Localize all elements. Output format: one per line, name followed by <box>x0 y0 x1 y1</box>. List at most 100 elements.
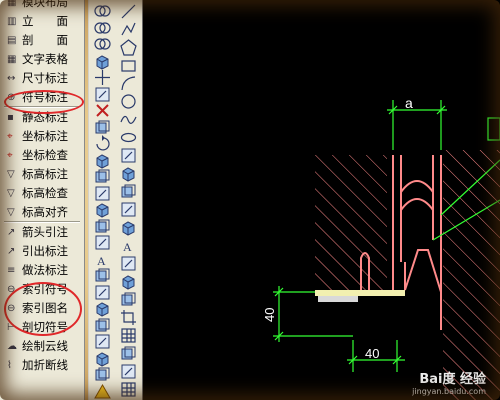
layout-icon: ▦ <box>7 0 17 8</box>
elevation-icon: ▥ <box>7 16 17 27</box>
svg-text:A: A <box>123 240 132 254</box>
menu-item-arrow-leader[interactable]: ↗ 箭头引注 <box>0 223 84 242</box>
menu-item-label: 符号标注 <box>22 90 68 104</box>
arc-icon[interactable] <box>119 74 138 93</box>
table-icon[interactable] <box>119 380 138 399</box>
dim-icon[interactable] <box>119 254 138 273</box>
menu-item-index-title[interactable]: ⊖ 索引图名 <box>0 299 84 318</box>
menu-item-section-cut[interactable]: ⊢ 剖切符号 <box>0 318 84 337</box>
menu-item-break-line[interactable]: ⌇ 加折断线 <box>0 356 84 375</box>
menu-item-label: 索引图名 <box>22 301 68 315</box>
method-annotation-icon: ≡ <box>7 265 16 276</box>
text-table-icon: ▦ <box>7 54 17 65</box>
menu-item-elevation-check[interactable]: ▽ 标高检查 <box>0 184 84 203</box>
point-icon[interactable] <box>119 182 138 201</box>
line-icon[interactable] <box>119 2 138 21</box>
menu-item-label: 剖 面 <box>22 33 68 47</box>
symbol-icon: ⊕ <box>7 92 16 103</box>
shape-icon[interactable] <box>119 362 138 381</box>
spline-icon[interactable] <box>119 110 138 129</box>
drawing-canvas[interactable]: a 40 40 Bai度 经验 jingyan.baidu.com <box>143 0 500 400</box>
index-symbol-icon: ⊖ <box>7 284 16 295</box>
menu-item-label: 剖切符号 <box>22 320 68 334</box>
dim-bottom-label: 40 <box>365 346 379 361</box>
watermark-title: Bai度 经验 <box>419 372 486 387</box>
menu-item-layout[interactable]: ▦ 模块布局 <box>0 0 84 12</box>
tiangong-side-menu: ▦ 模块布局 ▥ 立 面 ▤ 剖 面 ▦ 文字表格 ↔ 尺寸标注 ⊕ 符号标注 ▪ 静态标注 ⌖ 坐标标注 ⌖ 坐… <box>0 0 85 400</box>
region-icon[interactable] <box>119 218 138 237</box>
leader-annotation-icon: ↗ <box>7 246 16 257</box>
pentagon-icon[interactable] <box>119 38 138 57</box>
index-title-icon: ⊖ <box>7 303 16 314</box>
rectangle-icon[interactable] <box>119 56 138 75</box>
coordinate-annotation-icon: ⌖ <box>7 131 13 142</box>
section-icon: ▤ <box>7 35 17 46</box>
baidu-watermark: Bai度 经验 jingyan.baidu.com <box>412 368 486 396</box>
menu-item-revision-cloud[interactable]: ☁ 绘制云线 <box>0 337 84 356</box>
text-icon[interactable]: A <box>119 236 138 255</box>
polyline-icon[interactable] <box>119 20 138 39</box>
menu-item-label: 尺寸标注 <box>22 71 68 85</box>
hatch-right-wall <box>443 150 500 400</box>
cube-icon[interactable] <box>119 290 138 309</box>
menu-item-index-symbol[interactable]: ⊖ 索引符号 <box>0 280 84 299</box>
ellipse-icon[interactable] <box>119 128 138 147</box>
dim-icon[interactable] <box>119 344 138 363</box>
warning-icon[interactable] <box>93 382 112 400</box>
section-cut-icon: ⊢ <box>7 322 16 333</box>
menu-item-elevation-mark[interactable]: ▽ 标高标注 <box>0 165 84 184</box>
insert-icon[interactable] <box>119 164 138 183</box>
menu-item-leader-annotation[interactable]: ↗ 引出标注 <box>0 242 84 261</box>
static-annotation-icon: ▪ <box>7 112 14 123</box>
menu-item-elevation[interactable]: ▥ 立 面 <box>0 12 84 31</box>
menu-item-symbol[interactable]: ⊕ 符号标注 <box>0 88 84 107</box>
menu-item-label: 标高标注 <box>22 167 68 181</box>
crop-icon[interactable] <box>119 308 138 327</box>
hatch-left-wall <box>315 155 387 290</box>
screenshot-frame: ▦ 模块布局 ▥ 立 面 ▤ 剖 面 ▦ 文字表格 ↔ 尺寸标注 ⊕ 符号标注 ▪ 静态标注 ⌖ 坐标标注 ⌖ 坐… <box>0 0 500 400</box>
menu-item-static-annotation[interactable]: ▪ 静态标注 <box>0 108 84 127</box>
draw-toolbar: A <box>115 0 143 400</box>
watermark-url: jingyan.baidu.com <box>412 387 486 396</box>
menu-item-label: 绘制云线 <box>22 339 68 353</box>
menu-item-label: 模块布局 <box>22 0 68 9</box>
menu-item-label: 文字表格 <box>22 52 68 66</box>
menu-item-label: 做法标注 <box>22 263 68 277</box>
cad-drawing: a 40 40 <box>262 95 500 400</box>
menu-item-label: 标高检查 <box>22 186 68 200</box>
revision-cloud-icon: ☁ <box>7 341 17 352</box>
block-icon[interactable] <box>119 146 138 165</box>
arrow-leader-icon: ↗ <box>7 227 16 238</box>
menu-item-label: 索引符号 <box>22 282 68 296</box>
menu-item-label: 加折断线 <box>22 358 68 372</box>
coordinate-check-icon: ⌖ <box>7 150 13 161</box>
menu-item-coordinate-annotation[interactable]: ⌖ 坐标标注 <box>0 127 84 146</box>
hatch-icon[interactable] <box>119 200 138 219</box>
dimension-icon: ↔ <box>7 73 16 84</box>
menu-item-coordinate-check[interactable]: ⌖ 坐标检查 <box>0 146 84 165</box>
menu-item-label: 静态标注 <box>22 110 68 124</box>
grid-icon[interactable] <box>119 326 138 345</box>
menu-item-method-annotation[interactable]: ≡ 做法标注 <box>0 261 84 280</box>
dim-top-label: a <box>405 95 413 111</box>
slab-strip <box>315 290 405 296</box>
elevation-align-icon: ▽ <box>7 207 15 218</box>
elevation-mark-icon: ▽ <box>7 169 15 180</box>
menu-item-label: 箭头引注 <box>22 225 68 239</box>
modify-toolbar: A <box>88 0 116 400</box>
break-line-icon: ⌇ <box>7 360 12 371</box>
circle-icon[interactable] <box>119 92 138 111</box>
menu-item-label: 立 面 <box>22 14 68 28</box>
menu-item-label: 引出标注 <box>22 244 68 258</box>
menu-item-label: 标高对齐 <box>22 205 68 219</box>
menu-item-text-table[interactable]: ▦ 文字表格 <box>0 50 84 69</box>
cube-icon[interactable] <box>119 272 138 291</box>
menu-item-elevation-align[interactable]: ▽ 标高对齐 <box>0 203 84 222</box>
elevation-check-icon: ▽ <box>7 188 15 199</box>
menu-item-dimension[interactable]: ↔ 尺寸标注 <box>0 69 84 88</box>
slab-fill <box>318 296 358 302</box>
menu-item-label: 坐标检查 <box>22 148 68 162</box>
menu-item-section[interactable]: ▤ 剖 面 <box>0 31 84 50</box>
menu-item-label: 坐标标注 <box>22 129 68 143</box>
dim-left-label: 40 <box>262 308 277 322</box>
